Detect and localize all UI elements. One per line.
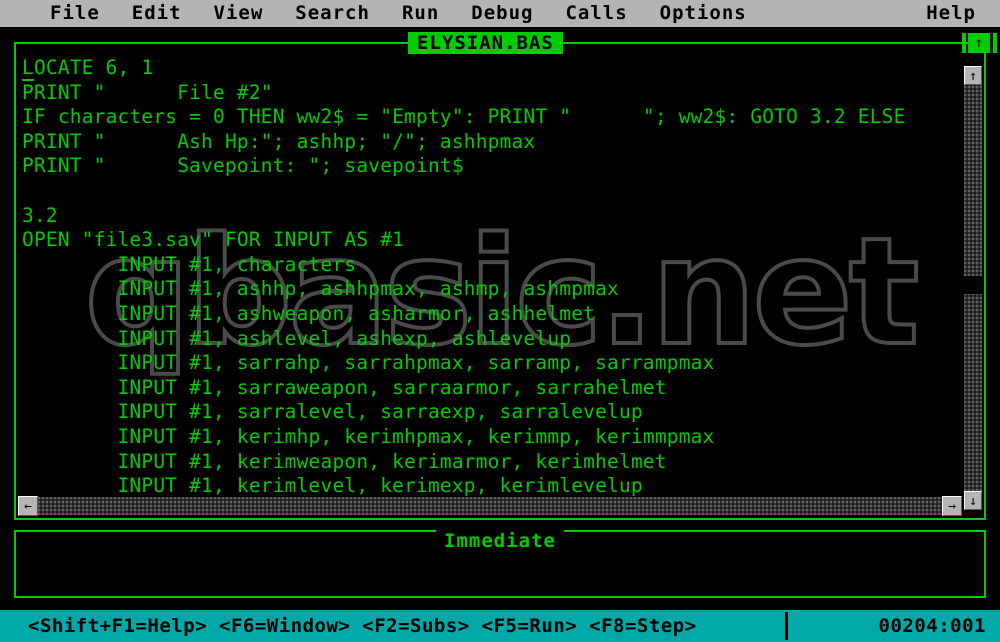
menu-item-calls[interactable]: Calls [563,0,629,27]
code-text-area[interactable]: LOCATE 6, 1 PRINT " File #2" IF characters… [22,56,974,500]
code-line[interactable]: INPUT #1, sarralevel, sarraexp, sarralev… [22,400,974,425]
vertical-scroll-track-upper[interactable] [964,85,982,276]
menu-bar: File Edit View Search Run Debug Calls Op… [0,0,1000,27]
code-window-title: ELYSIAN.BAS [408,32,563,54]
menu-item-edit[interactable]: Edit [130,0,184,27]
code-line[interactable]: PRINT " Savepoint: "; savepoint$ [22,154,974,179]
scroll-right-button[interactable]: → [942,496,962,516]
scroll-up-button[interactable]: ↑ [964,66,982,85]
code-line[interactable]: OPEN "file3.sav" FOR INPUT AS #1 [22,228,974,253]
vertical-scrollbar[interactable]: ↑ ↓ [964,66,982,510]
title-bar-divider-left [962,33,966,53]
maximize-window-button[interactable]: ↑ [968,33,990,53]
status-bar: <Shift+F1=Help> <F6=Window> <F2=Subs> <F… [0,610,1000,642]
code-line[interactable]: LOCATE 6, 1 [22,56,974,81]
menu-item-options[interactable]: Options [658,0,749,27]
horizontal-scroll-track[interactable] [38,497,942,515]
code-line[interactable]: INPUT #1, kerimhp, kerimhpmax, kerimmp, … [22,425,974,450]
code-line[interactable]: 3.2 [22,204,974,229]
qbasic-screen: File Edit View Search Run Debug Calls Op… [0,0,1000,642]
menu-item-run[interactable]: Run [400,0,441,27]
code-line[interactable]: INPUT #1, ashlevel, ashexp, ashlevelup [22,327,974,352]
menu-item-file[interactable]: File [48,0,102,27]
code-line[interactable]: INPUT #1, ashhp, ashhpmax, ashmp, ashmpm… [22,277,974,302]
vertical-scroll-track-lower[interactable] [964,294,982,491]
menu-item-view[interactable]: View [212,0,266,27]
text-cursor: L [22,56,34,81]
status-bar-cursor-position: 00204:001 [878,615,986,637]
menu-item-search[interactable]: Search [293,0,372,27]
vertical-scroll-thumb[interactable] [964,276,982,294]
menu-item-debug[interactable]: Debug [469,0,535,27]
horizontal-scrollbar[interactable]: ← → [18,496,962,516]
status-bar-separator [785,612,788,640]
code-line[interactable]: PRINT " File #2" [22,81,974,106]
code-line[interactable]: INPUT #1, characters [22,253,974,278]
status-bar-shortcut-keys[interactable]: <Shift+F1=Help> <F6=Window> <F2=Subs> <F… [28,615,697,637]
title-bar-divider-right [993,33,997,53]
code-line[interactable]: IF characters = 0 THEN ww2$ = "Empty": P… [22,105,974,130]
code-line[interactable]: INPUT #1, sarraweapon, sarraarmor, sarra… [22,376,974,401]
code-line-text: OCATE 6, 1 [33,56,154,79]
code-line[interactable]: INPUT #1, kerimlevel, kerimexp, kerimlev… [22,474,974,499]
menu-item-help[interactable]: Help [924,0,978,27]
code-line[interactable] [22,179,974,204]
code-line[interactable]: INPUT #1, kerimweapon, kerimarmor, kerim… [22,450,974,475]
immediate-window-title-text: Immediate [436,530,564,552]
immediate-window-title: Immediate [0,530,1000,552]
code-line[interactable]: INPUT #1, sarrahp, sarrahpmax, sarramp, … [22,351,974,376]
scroll-left-button[interactable]: ← [18,496,38,516]
code-line[interactable]: PRINT " Ash Hp:"; ashhp; "/"; ashhpmax [22,130,974,155]
code-line[interactable]: INPUT #1, ashweapon, asharmor, ashhelmet [22,302,974,327]
scroll-down-button[interactable]: ↓ [964,491,982,510]
